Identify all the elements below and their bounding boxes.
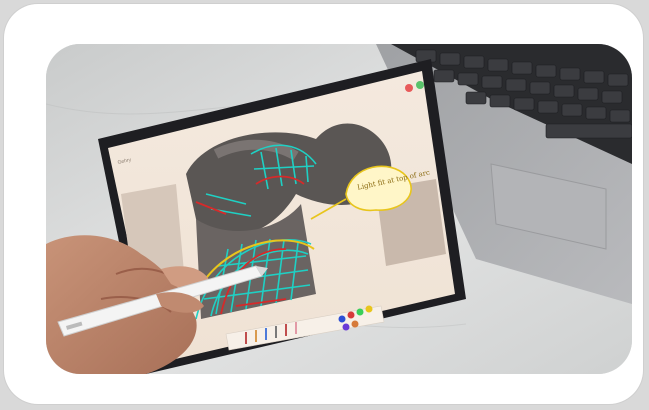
done-icon: [416, 81, 424, 89]
photo-illustration: Light fit at top of arc Gehry: [46, 44, 632, 374]
photo: Light fit at top of arc Gehry: [46, 44, 632, 374]
photo-frame: Light fit at top of arc Gehry: [4, 4, 643, 404]
close-icon: [405, 84, 413, 92]
